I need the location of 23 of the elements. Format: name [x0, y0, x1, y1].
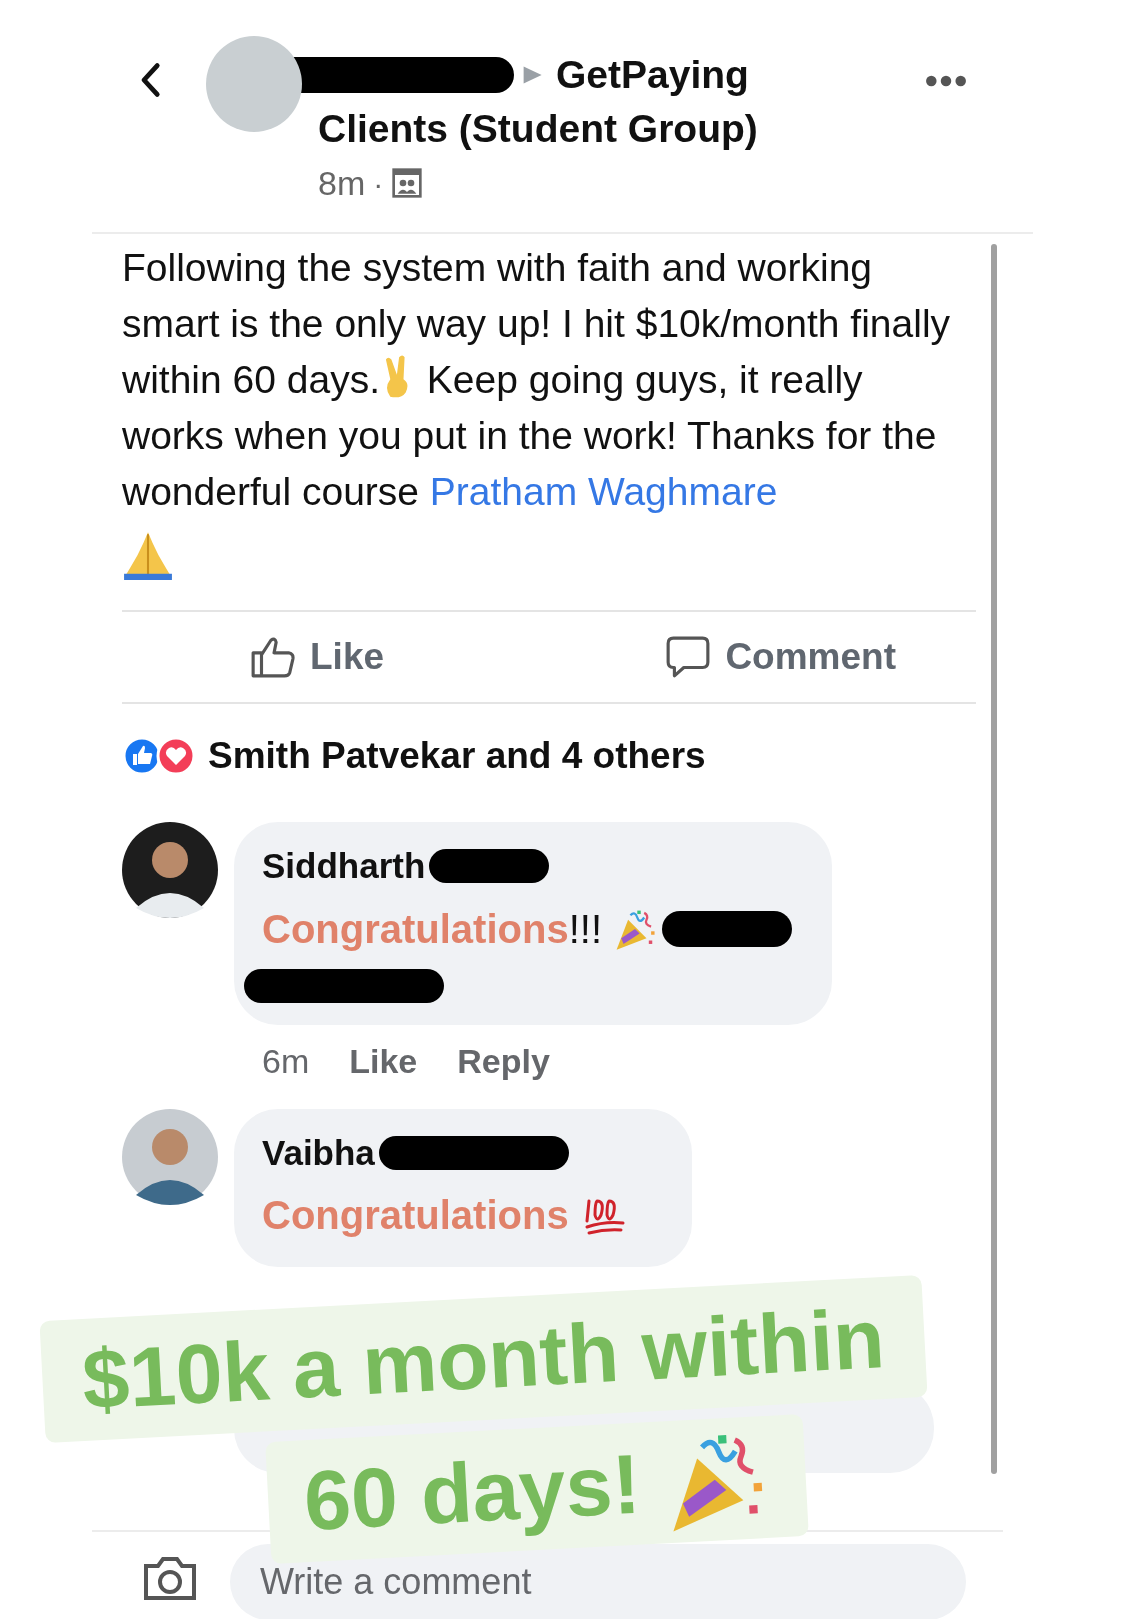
comment-input[interactable]: Write a comment: [230, 1544, 966, 1619]
comment-text: Congratulations: [262, 1192, 569, 1239]
post-time: 8m: [318, 162, 366, 204]
commenter-name[interactable]: Vaibha: [262, 1126, 375, 1179]
more-icon[interactable]: [925, 74, 967, 88]
reaction-summary[interactable]: Smith Patvekar and 4 others: [208, 728, 706, 784]
comment-button[interactable]: Comment: [665, 629, 896, 685]
scroll-bar[interactable]: [991, 244, 997, 1474]
comment-action-link[interactable]: Like: [349, 1036, 418, 1087]
mention-link[interactable]: Pratham Waghmare: [429, 470, 778, 513]
post-text: Following the system with faith and working smart is the only way up! I hit $10k/month finally within 60 days. Keep going guys, it really works when you put in the work! Thanks for the wonderful course Pratham Waghmare: [122, 245, 952, 515]
speech-bubble-icon: [665, 634, 712, 680]
love-reaction-icon: [156, 736, 196, 776]
comment-time: 6m: [262, 1041, 310, 1082]
avatar[interactable]: [122, 822, 218, 918]
like-button[interactable]: Like: [250, 629, 385, 685]
comment-action-link[interactable]: Reply: [457, 1036, 550, 1087]
group-icon: [391, 167, 424, 199]
commenter-name[interactable]: Siddharth: [262, 840, 426, 893]
comment-text: Congratulations!!!: [262, 905, 602, 953]
group-name[interactable]: GetPaying: [556, 45, 749, 105]
separator-dot: ·: [373, 165, 384, 202]
group-name[interactable]: Clients (Student Group): [318, 102, 758, 156]
